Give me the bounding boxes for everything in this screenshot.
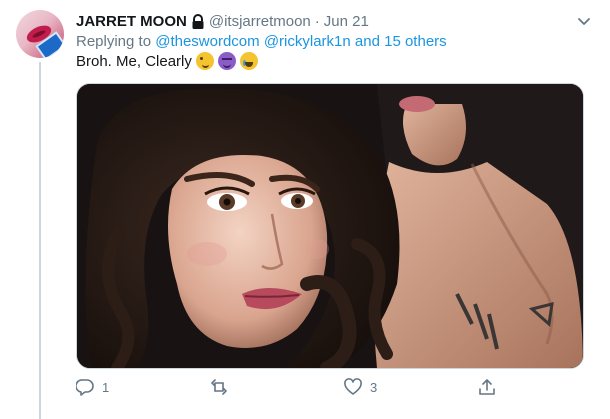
tweet-body: Broh. Me, Clearly — [76, 52, 192, 70]
tweet-header: JARRET MOON @itsjarretmoon · Jun 21 — [76, 11, 592, 31]
thread-line — [39, 62, 41, 419]
chevron-down-icon[interactable] — [576, 13, 592, 29]
photo-illustration — [77, 84, 583, 368]
mention-link[interactable]: @rickylark1n — [264, 33, 351, 50]
replying-prefix: Replying to — [76, 33, 152, 50]
retweet-icon — [211, 379, 227, 395]
reply-button[interactable]: 1 — [76, 378, 109, 396]
mention-others-link[interactable]: and 15 others — [355, 33, 447, 50]
tweet-actions: 1 3 — [76, 378, 506, 398]
retweet-button[interactable] — [210, 378, 236, 396]
handle[interactable]: @itsjarretmoon — [209, 13, 311, 30]
smiling-devil-emoji-icon — [217, 52, 236, 70]
like-count: 3 — [370, 379, 378, 395]
heart-icon — [344, 378, 362, 395]
share-button[interactable] — [478, 378, 496, 396]
replying-to-line: Replying to @theswordcom @rickylark1n an… — [76, 33, 447, 50]
avatar[interactable] — [16, 10, 64, 58]
reply-icon — [76, 379, 94, 396]
like-button[interactable]: 3 — [344, 378, 377, 396]
share-icon — [479, 379, 495, 395]
mention-link[interactable]: @theswordcom — [155, 33, 259, 50]
tweet-text: Broh. Me, Clearly — [76, 52, 258, 70]
separator-dot: · — [314, 12, 320, 30]
display-name[interactable]: JARRET MOON — [76, 13, 187, 30]
tears-of-joy-emoji-icon — [239, 52, 258, 70]
lock-icon — [192, 14, 204, 29]
winking-face-emoji-icon — [195, 52, 214, 70]
reply-count: 1 — [102, 379, 110, 395]
tweet-date[interactable]: Jun 21 — [324, 13, 369, 30]
tweet-photo[interactable] — [76, 83, 584, 369]
